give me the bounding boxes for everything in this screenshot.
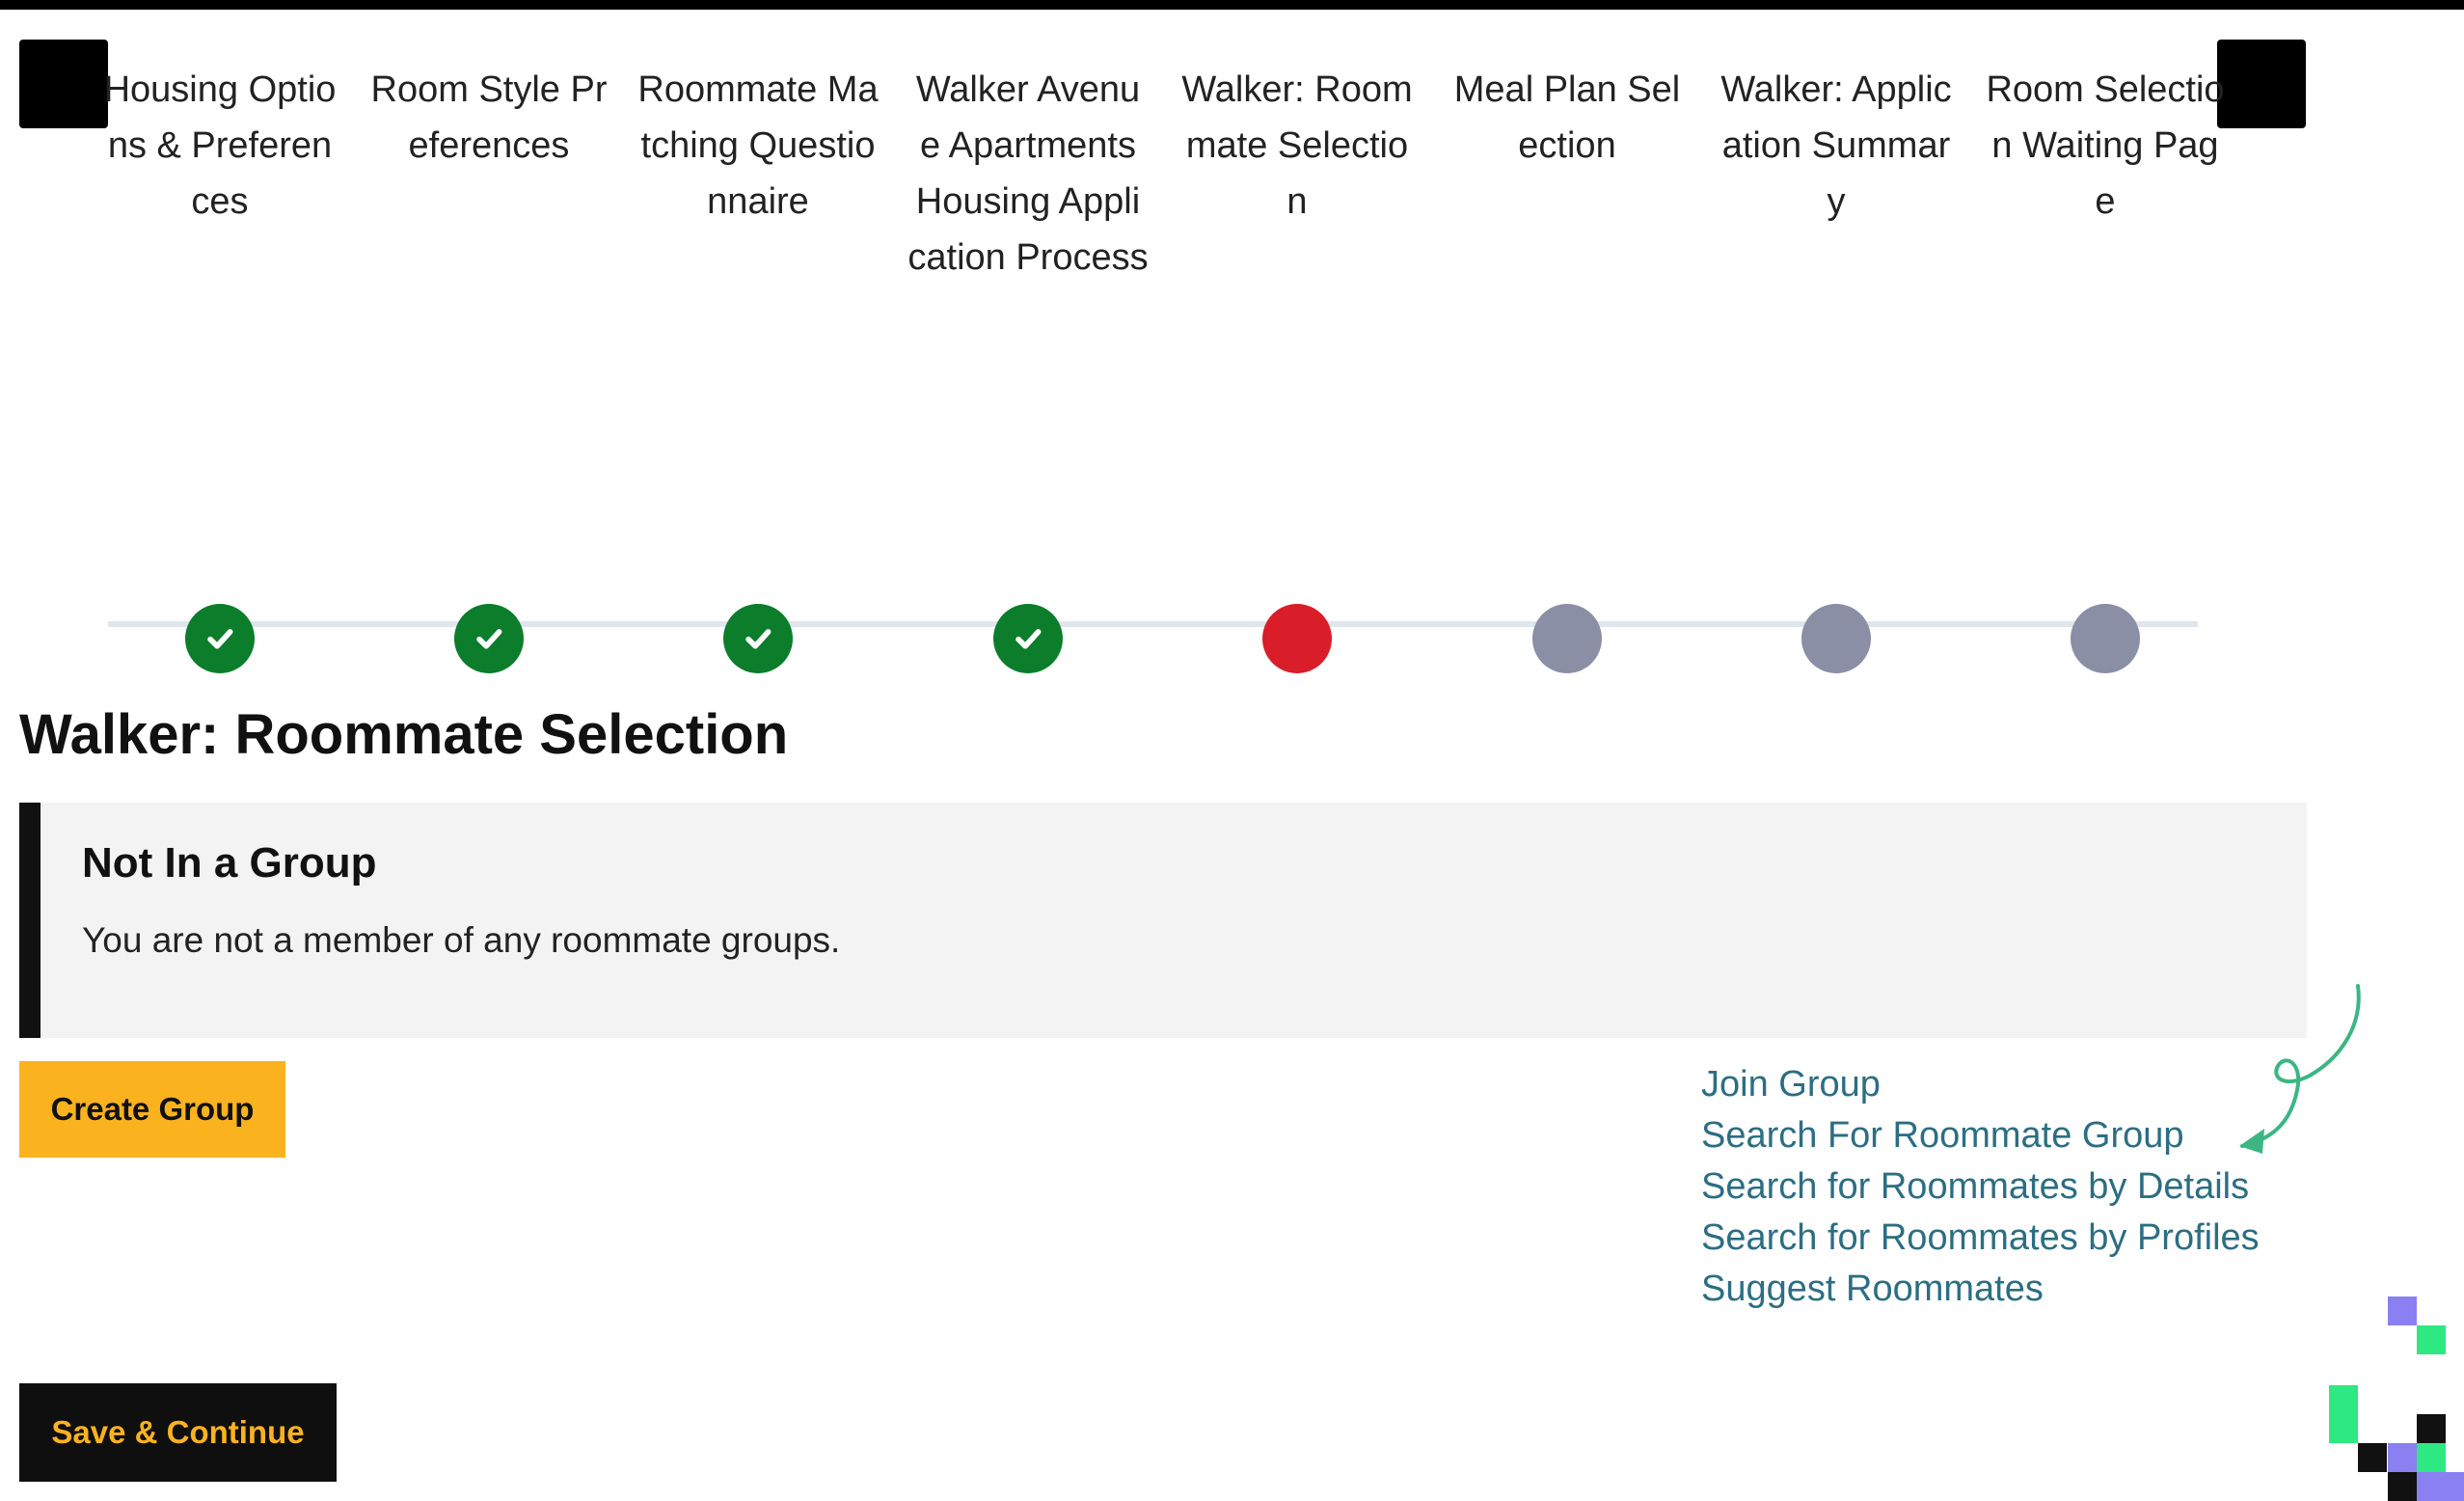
suggest-roommates-link[interactable]: Suggest Roommates (1701, 1264, 2260, 1315)
search-roommate-group-link[interactable]: Search For Roommate Group (1701, 1110, 2260, 1161)
join-group-link[interactable]: Join Group (1701, 1059, 2260, 1110)
step-label-meal-plan[interactable]: Meal Plan Selection (1447, 62, 1688, 174)
checkmark-icon (1015, 629, 1042, 649)
progress-stepper: Housing Options & Preferences Room Style… (104, 48, 2225, 673)
curly-arrow-icon (2239, 984, 2361, 1154)
step-label-housing-options[interactable]: Housing Options & Preferences (99, 62, 340, 230)
checkmark-icon (745, 629, 772, 649)
step-status-roommate-questionnaire[interactable] (723, 604, 793, 673)
step-label-roommate-questionnaire[interactable]: Roommate Matching Questionnaire (637, 62, 879, 230)
top-border (0, 0, 2464, 10)
stepper-next-button[interactable] (2217, 40, 2306, 128)
search-roommates-profiles-link[interactable]: Search for Roommates by Profiles (1701, 1213, 2260, 1264)
stepper-track (108, 621, 2198, 627)
step-status-walker-application-process[interactable] (993, 604, 1063, 673)
notice-title: Not In a Group (82, 839, 377, 887)
step-label-application-summary[interactable]: Walker: Application Summary (1716, 62, 1957, 230)
checkmark-icon (476, 629, 502, 649)
step-status-roommate-selection[interactable] (1262, 604, 1332, 673)
search-roommates-details-link[interactable]: Search for Roommates by Details (1701, 1161, 2260, 1213)
pixel-pattern-decoration (2329, 1296, 2464, 1501)
notice-text: You are not a member of any roommate gro… (82, 920, 841, 960)
step-status-meal-plan[interactable] (1532, 604, 1602, 673)
checkmark-icon (207, 629, 233, 649)
stepper-prev-button[interactable] (19, 40, 108, 128)
step-label-room-style[interactable]: Room Style Preferences (368, 62, 609, 174)
step-label-room-selection-waiting[interactable]: Room Selection Waiting Page (1985, 62, 2226, 230)
create-group-button[interactable]: Create Group (19, 1061, 285, 1158)
step-status-housing-options[interactable] (185, 604, 255, 673)
step-status-room-style[interactable] (454, 604, 524, 673)
step-label-walker-application-process[interactable]: Walker Avenue Apartments Housing Applica… (907, 62, 1149, 286)
group-status-notice: Not In a Group You are not a member of a… (19, 803, 2307, 1038)
step-status-application-summary[interactable] (1801, 604, 1871, 673)
step-label-roommate-selection[interactable]: Walker: Roommate Selection (1177, 62, 1418, 230)
roommate-links: Join Group Search For Roommate Group Sea… (1701, 1059, 2260, 1315)
step-status-room-selection-waiting[interactable] (2071, 604, 2140, 673)
save-continue-button[interactable]: Save & Continue (19, 1383, 337, 1482)
page-title: Walker: Roommate Selection (19, 703, 789, 766)
